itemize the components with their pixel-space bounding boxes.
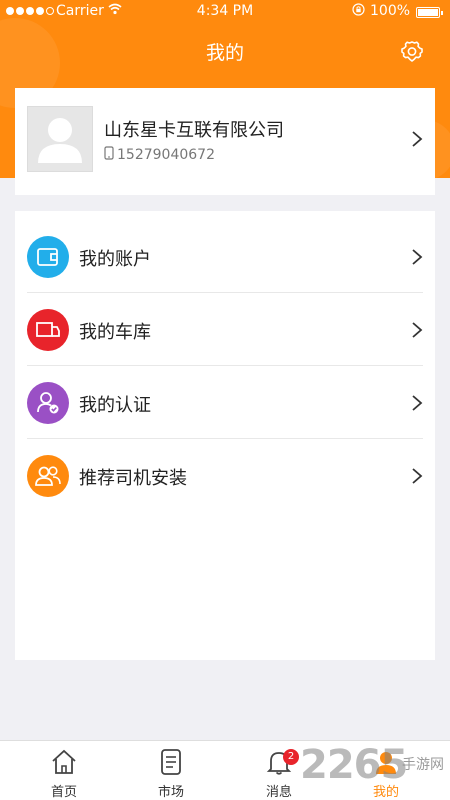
user-check-icon — [27, 382, 69, 424]
watermark-number: 2265 — [300, 742, 408, 788]
chevron-right-icon — [411, 394, 423, 412]
profile-card[interactable]: 山东星卡互联有限公司 15279040672 — [15, 88, 435, 195]
watermark-text: 手游网 — [402, 757, 444, 773]
page-title: 我的 — [205, 42, 244, 64]
chevron-right-icon — [411, 321, 423, 339]
document-icon — [158, 748, 184, 776]
orientation-lock-icon — [352, 3, 365, 19]
tab-home[interactable]: 首页 — [34, 741, 94, 800]
menu-item-label: 我的车库 — [79, 322, 151, 343]
tab-label: 市场 — [157, 785, 184, 800]
chevron-right-icon — [411, 248, 423, 266]
chevron-right-icon — [411, 467, 423, 485]
menu-item-label: 我的账户 — [79, 249, 151, 270]
gear-icon[interactable] — [398, 38, 426, 66]
menu-item-garage[interactable]: 我的车库 — [15, 293, 435, 366]
menu-item-label: 推荐司机安装 — [79, 468, 187, 489]
status-bar: Carrier 4:34 PM 100% — [0, 0, 450, 24]
phone-number: 15279040672 — [117, 147, 215, 163]
battery-icon — [416, 7, 443, 18]
company-name: 山东星卡互联有限公司 — [104, 120, 284, 141]
battery-percentage: 100% — [370, 3, 411, 19]
mobile-phone-icon — [104, 146, 114, 164]
notification-badge: 2 — [283, 749, 299, 765]
users-icon — [27, 455, 69, 497]
wallet-icon — [27, 236, 69, 278]
tab-label: 首页 — [50, 785, 77, 800]
menu-item-account[interactable]: 我的账户 — [15, 220, 435, 293]
tab-market[interactable]: 市场 — [141, 741, 201, 800]
truck-icon — [27, 309, 69, 351]
default-avatar-icon — [27, 106, 93, 172]
menu-item-certification[interactable]: 我的认证 — [15, 366, 435, 439]
phone-number-row: 15279040672 — [104, 146, 215, 164]
home-icon — [51, 748, 77, 776]
watermark-logo: 2265 手游网 — [298, 742, 450, 798]
chevron-right-icon — [411, 130, 423, 148]
menu-item-label: 我的认证 — [79, 395, 151, 416]
menu-list: 我的账户 我的车库 我的认证 推荐司机安装 — [15, 211, 435, 660]
menu-item-recommend-driver[interactable]: 推荐司机安装 — [15, 439, 435, 512]
